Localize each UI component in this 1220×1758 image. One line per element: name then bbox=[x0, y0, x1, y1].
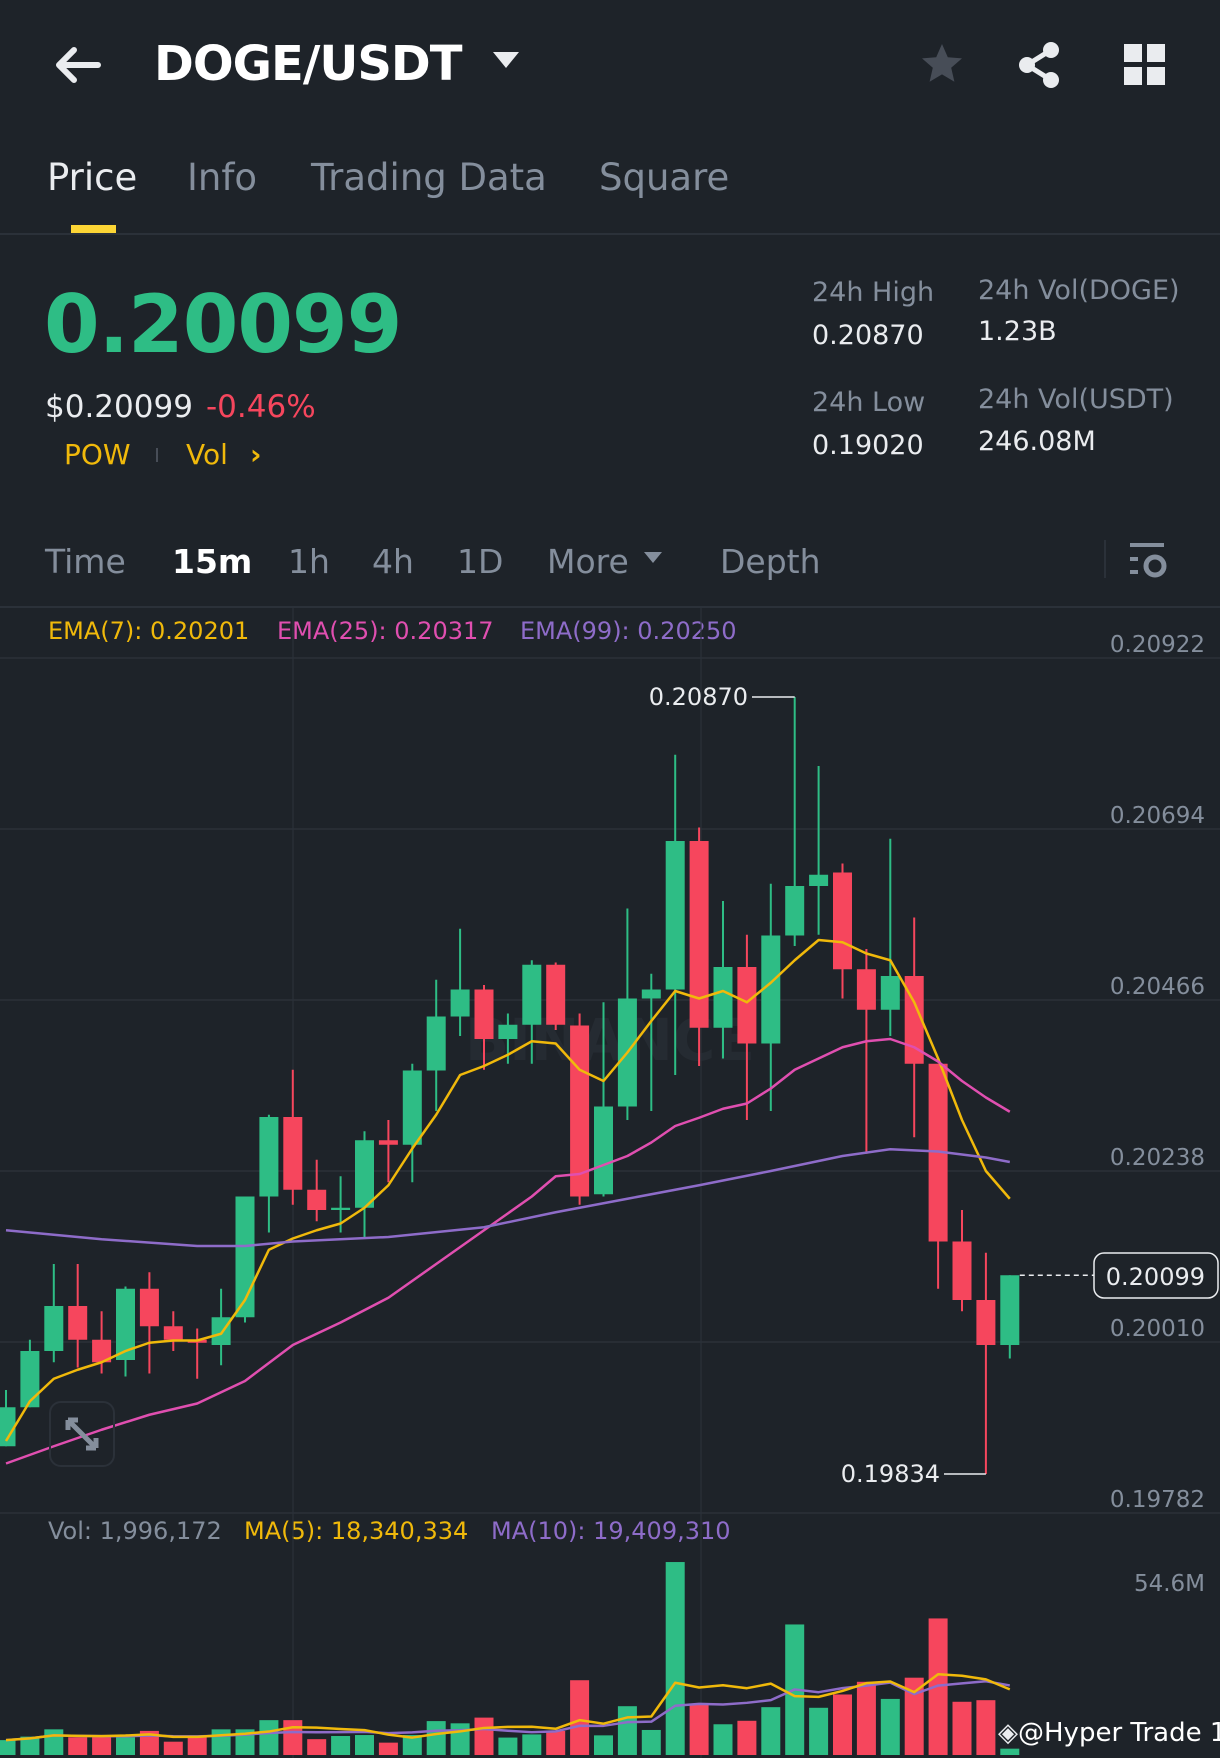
candle-down bbox=[474, 989, 494, 1039]
volume-bar bbox=[68, 1737, 88, 1755]
volume-bar bbox=[0, 1740, 16, 1755]
candle-up bbox=[211, 1317, 231, 1345]
current-price-label: 0.20099 bbox=[1106, 1263, 1205, 1291]
volume-bar bbox=[737, 1720, 757, 1755]
ema99-line bbox=[5, 1148, 1011, 1248]
volume-bar bbox=[689, 1703, 709, 1755]
candle-up bbox=[665, 841, 685, 990]
candle-down bbox=[546, 964, 566, 1025]
volume-bar bbox=[92, 1737, 112, 1755]
price-axis-label: 0.19782 bbox=[1110, 1487, 1205, 1513]
price-axis-label: 0.20922 bbox=[1110, 632, 1205, 658]
candle-up bbox=[498, 1024, 518, 1039]
candle-down bbox=[952, 1241, 972, 1300]
volume-bar bbox=[283, 1720, 303, 1755]
user-watermark: ◈@Hyper Trade 1 bbox=[998, 1718, 1220, 1748]
candle-up bbox=[594, 1106, 613, 1195]
candlestick-chart[interactable]: BINANCE 0.209220.206940.204660.202380.20… bbox=[0, 0, 1220, 1758]
candle-up bbox=[641, 989, 661, 999]
volume-bar bbox=[116, 1737, 135, 1755]
volume-bar bbox=[594, 1735, 613, 1755]
volume-bar bbox=[259, 1720, 279, 1755]
candle-up bbox=[785, 886, 805, 936]
volume-bar bbox=[44, 1729, 64, 1755]
candle-up bbox=[259, 1117, 279, 1197]
candle-up bbox=[450, 989, 470, 1017]
volume-bar bbox=[570, 1680, 590, 1755]
volume-bar bbox=[952, 1701, 972, 1755]
candle-up bbox=[20, 1351, 40, 1408]
volume-bar bbox=[355, 1735, 374, 1755]
volume-axis-label: 54.6M bbox=[1134, 1571, 1205, 1597]
volume-bar bbox=[426, 1721, 446, 1755]
volume-bar bbox=[450, 1723, 470, 1755]
volume-bar bbox=[163, 1741, 183, 1755]
volume-bar bbox=[1000, 1748, 1020, 1755]
fullscreen-button[interactable] bbox=[49, 1401, 115, 1467]
candle-down bbox=[737, 967, 757, 1044]
volume-bar bbox=[856, 1681, 876, 1755]
candle-up bbox=[880, 976, 900, 1010]
volume-bar bbox=[809, 1707, 829, 1755]
volume-bar bbox=[665, 1562, 685, 1755]
volume-bar bbox=[546, 1730, 566, 1755]
candle-up bbox=[1000, 1275, 1020, 1345]
volume-bar bbox=[833, 1694, 852, 1755]
candle-up bbox=[809, 874, 829, 886]
candle-down bbox=[163, 1326, 183, 1340]
candle-up bbox=[522, 964, 542, 1025]
candle-down bbox=[833, 872, 852, 970]
binance-logo-icon: ◈ bbox=[998, 1718, 1018, 1748]
volume-bar bbox=[976, 1700, 996, 1755]
candle-up bbox=[402, 1070, 422, 1145]
candle-down bbox=[378, 1140, 398, 1145]
expand-icon bbox=[65, 1417, 99, 1451]
volume-bar bbox=[498, 1737, 518, 1755]
volume-bar bbox=[331, 1735, 351, 1755]
volume-bar bbox=[378, 1742, 398, 1755]
volume-bar bbox=[474, 1717, 494, 1755]
candle-down bbox=[139, 1288, 159, 1327]
volume-bar bbox=[522, 1734, 542, 1755]
volume-bar bbox=[880, 1698, 900, 1755]
candle-down bbox=[307, 1189, 327, 1210]
volume-bar bbox=[641, 1729, 661, 1755]
candle-down bbox=[856, 969, 876, 1010]
high-marker-label: 0.20870 bbox=[649, 683, 748, 711]
low-marker-label: 0.19834 bbox=[841, 1460, 940, 1488]
candle-up bbox=[713, 967, 733, 1028]
candle-down bbox=[976, 1300, 996, 1345]
volume-bar bbox=[713, 1724, 733, 1755]
volume-bar bbox=[307, 1739, 327, 1755]
candle-up bbox=[44, 1306, 64, 1351]
volume-bar bbox=[187, 1737, 207, 1755]
price-axis-label: 0.20010 bbox=[1110, 1316, 1205, 1342]
volume-bar bbox=[617, 1706, 637, 1755]
candle-up bbox=[331, 1207, 351, 1210]
volume-bar bbox=[211, 1729, 231, 1755]
price-axis-label: 0.20238 bbox=[1110, 1145, 1205, 1171]
candle-down bbox=[68, 1306, 88, 1340]
candle-down bbox=[283, 1117, 303, 1190]
ema25-line bbox=[5, 1037, 1011, 1465]
watermark-user: @Hyper Trade 1 bbox=[1018, 1718, 1220, 1748]
price-axis-label: 0.20694 bbox=[1110, 803, 1205, 829]
volume-bar bbox=[761, 1707, 781, 1755]
price-axis-label: 0.20466 bbox=[1110, 974, 1205, 1000]
candle-up bbox=[426, 1016, 446, 1071]
candle-up bbox=[355, 1140, 374, 1208]
